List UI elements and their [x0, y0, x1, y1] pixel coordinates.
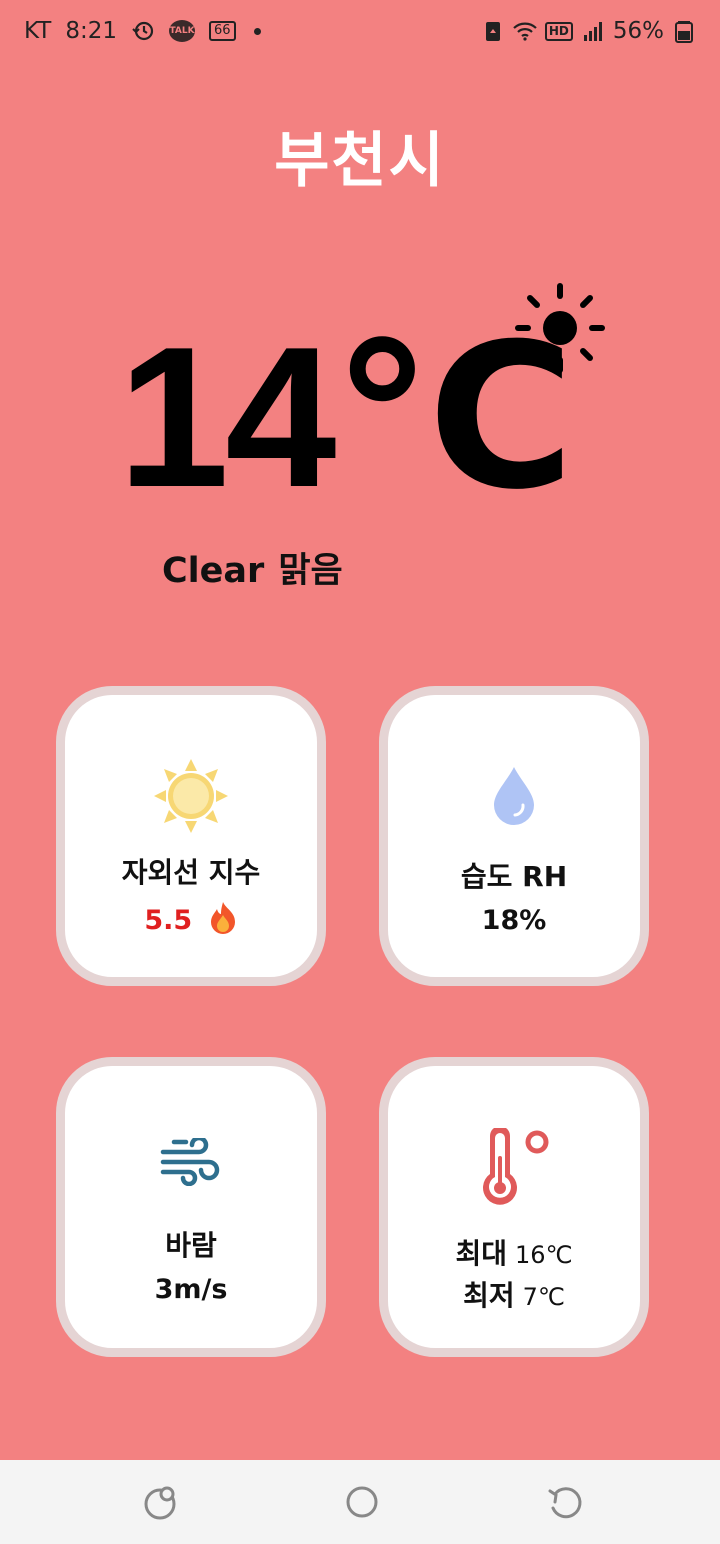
status-left: KT 8:21 TALK 66 [24, 18, 261, 44]
temperature-range-card[interactable]: 최대 16℃ 최저 7℃ [379, 1057, 649, 1357]
carrier-label: KT [24, 18, 52, 44]
condition-en: Clear [162, 551, 265, 591]
status-right: HD 56% [481, 18, 696, 44]
alarm-history-icon [132, 21, 154, 41]
humidity-label: 습도 RH [460, 860, 568, 893]
humidity-card[interactable]: 습도 RH 18% [379, 686, 649, 986]
signal-icon [583, 22, 602, 41]
water-drop-icon [494, 767, 534, 825]
thermometer-icon [483, 1128, 549, 1205]
min-temp-row: 최저 7℃ [388, 1274, 640, 1314]
wind-label: 바람 [165, 1229, 217, 1262]
battery-icon [675, 21, 693, 43]
sun-icon [154, 759, 228, 833]
humidity-card-icon [388, 765, 640, 827]
temp-card-icon [388, 1128, 640, 1208]
wind-value: 3m/s [154, 1274, 228, 1305]
sun-icon [515, 283, 605, 373]
uv-value-row: 5.5 [65, 901, 317, 936]
battery-percent: 56% [612, 18, 664, 44]
navigation-bar [0, 1460, 720, 1544]
recycle-icon [485, 22, 500, 41]
condition-ko: 맑음 [278, 551, 343, 591]
max-temp-row: 최대 16℃ [388, 1232, 640, 1272]
uv-card-icon [65, 757, 317, 835]
max-temp-value: 16℃ [515, 1241, 573, 1269]
more-notifications-dot [253, 27, 261, 35]
kakaotalk-icon: TALK [169, 20, 196, 42]
status-bar: KT 8:21 TALK 66 HD 56% [0, 0, 720, 64]
min-temp-value: 7℃ [522, 1283, 565, 1311]
clock: 8:21 [65, 18, 118, 44]
home-icon[interactable] [342, 1482, 382, 1522]
wind-card-icon [65, 1138, 317, 1186]
min-temp-label: 최저 [463, 1279, 515, 1312]
current-temperature: 14℃ [118, 306, 575, 529]
recent-apps-icon[interactable] [140, 1482, 180, 1522]
fire-icon [210, 902, 235, 934]
hd-voice-icon: HD [544, 21, 573, 41]
uv-label: 자외선 지수 [121, 856, 261, 889]
back-icon[interactable] [544, 1482, 584, 1522]
city-name: 부천시 [274, 126, 446, 196]
wind-card[interactable]: 바람 3m/s [56, 1057, 326, 1357]
uv-index-card[interactable]: 자외선 지수 5.5 [56, 686, 326, 986]
wind-icon [160, 1138, 220, 1186]
message-count-icon: 66 [209, 21, 236, 41]
max-temp-label: 최대 [455, 1237, 508, 1270]
uv-value: 5.5 [144, 905, 193, 936]
humidity-value: 18% [481, 905, 547, 936]
wifi-icon [513, 22, 537, 41]
weather-condition: Clear 맑음 [162, 542, 343, 593]
